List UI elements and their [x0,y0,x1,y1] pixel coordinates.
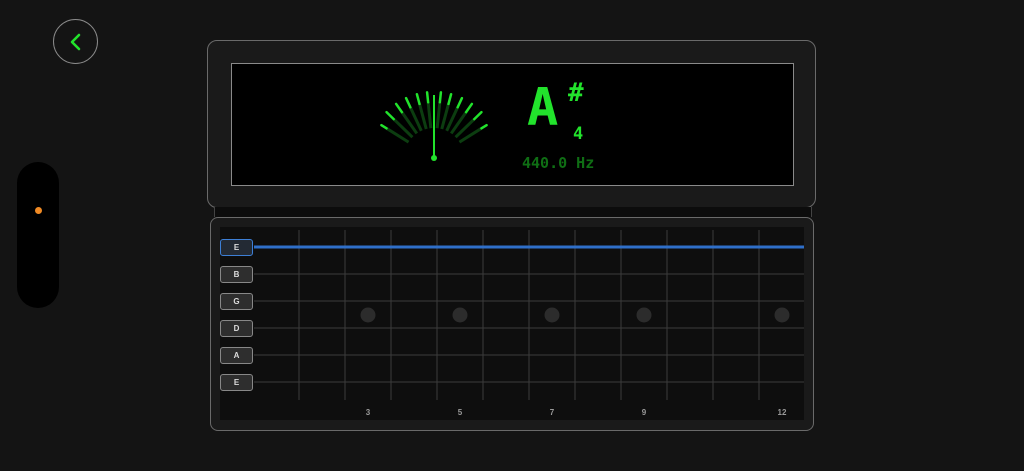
meter-tick-glow [440,103,450,130]
meter-tick [380,123,388,130]
meter-tick [447,92,453,106]
fret-number: 5 [457,408,463,417]
back-button[interactable] [53,19,98,64]
note-octave: 4 [573,124,584,144]
frequency-readout: 440.0 Hz [522,154,595,172]
fret-number: 12 [777,408,787,417]
fretboard-grid [254,230,804,400]
meter-tick [438,91,443,104]
meter-tick [415,92,421,106]
meter-tick [394,102,404,114]
status-dot [35,207,42,214]
tuner-panel: A # 4 440.0 Hz [207,40,816,208]
meter-tick-glow [435,102,442,129]
fret-inlay-dot [774,307,790,323]
fret-number: 7 [549,408,555,417]
side-panel-handle[interactable] [17,162,59,308]
note-accidental: # [568,78,584,108]
fretboard [220,227,804,420]
needle-pivot [431,155,437,161]
chevron-left-icon [70,33,80,50]
note-name: A [527,78,559,138]
string-button[interactable]: D [220,320,253,337]
meter-tick [464,102,474,114]
tuner-display: A # 4 440.0 Hz [231,63,794,186]
meter-tick-glow [418,103,428,130]
meter-tick [425,91,430,104]
meter-tick [404,96,412,109]
meter-tick [385,110,395,121]
meter-tick [456,96,464,109]
tuning-meter [380,91,488,161]
string-button[interactable]: A [220,347,253,364]
fret-inlay-dot [452,307,468,323]
string-button[interactable]: B [220,266,253,283]
fretboard-panel: EBGDAE 3 5 7 9 12 [210,217,814,431]
meter-tick-glow [426,102,433,129]
fret-inlay-dot [636,307,652,323]
meter-tick [473,110,483,121]
string-button[interactable]: E [220,374,253,391]
fret-inlay-dot [360,307,376,323]
string-button[interactable]: E [220,239,253,256]
panel-hinge [214,207,812,217]
fret-number: 9 [641,408,647,417]
meter-tick [480,123,488,130]
fret-inlay-dot [544,307,560,323]
string-button[interactable]: G [220,293,253,310]
fret-number: 3 [365,408,371,417]
